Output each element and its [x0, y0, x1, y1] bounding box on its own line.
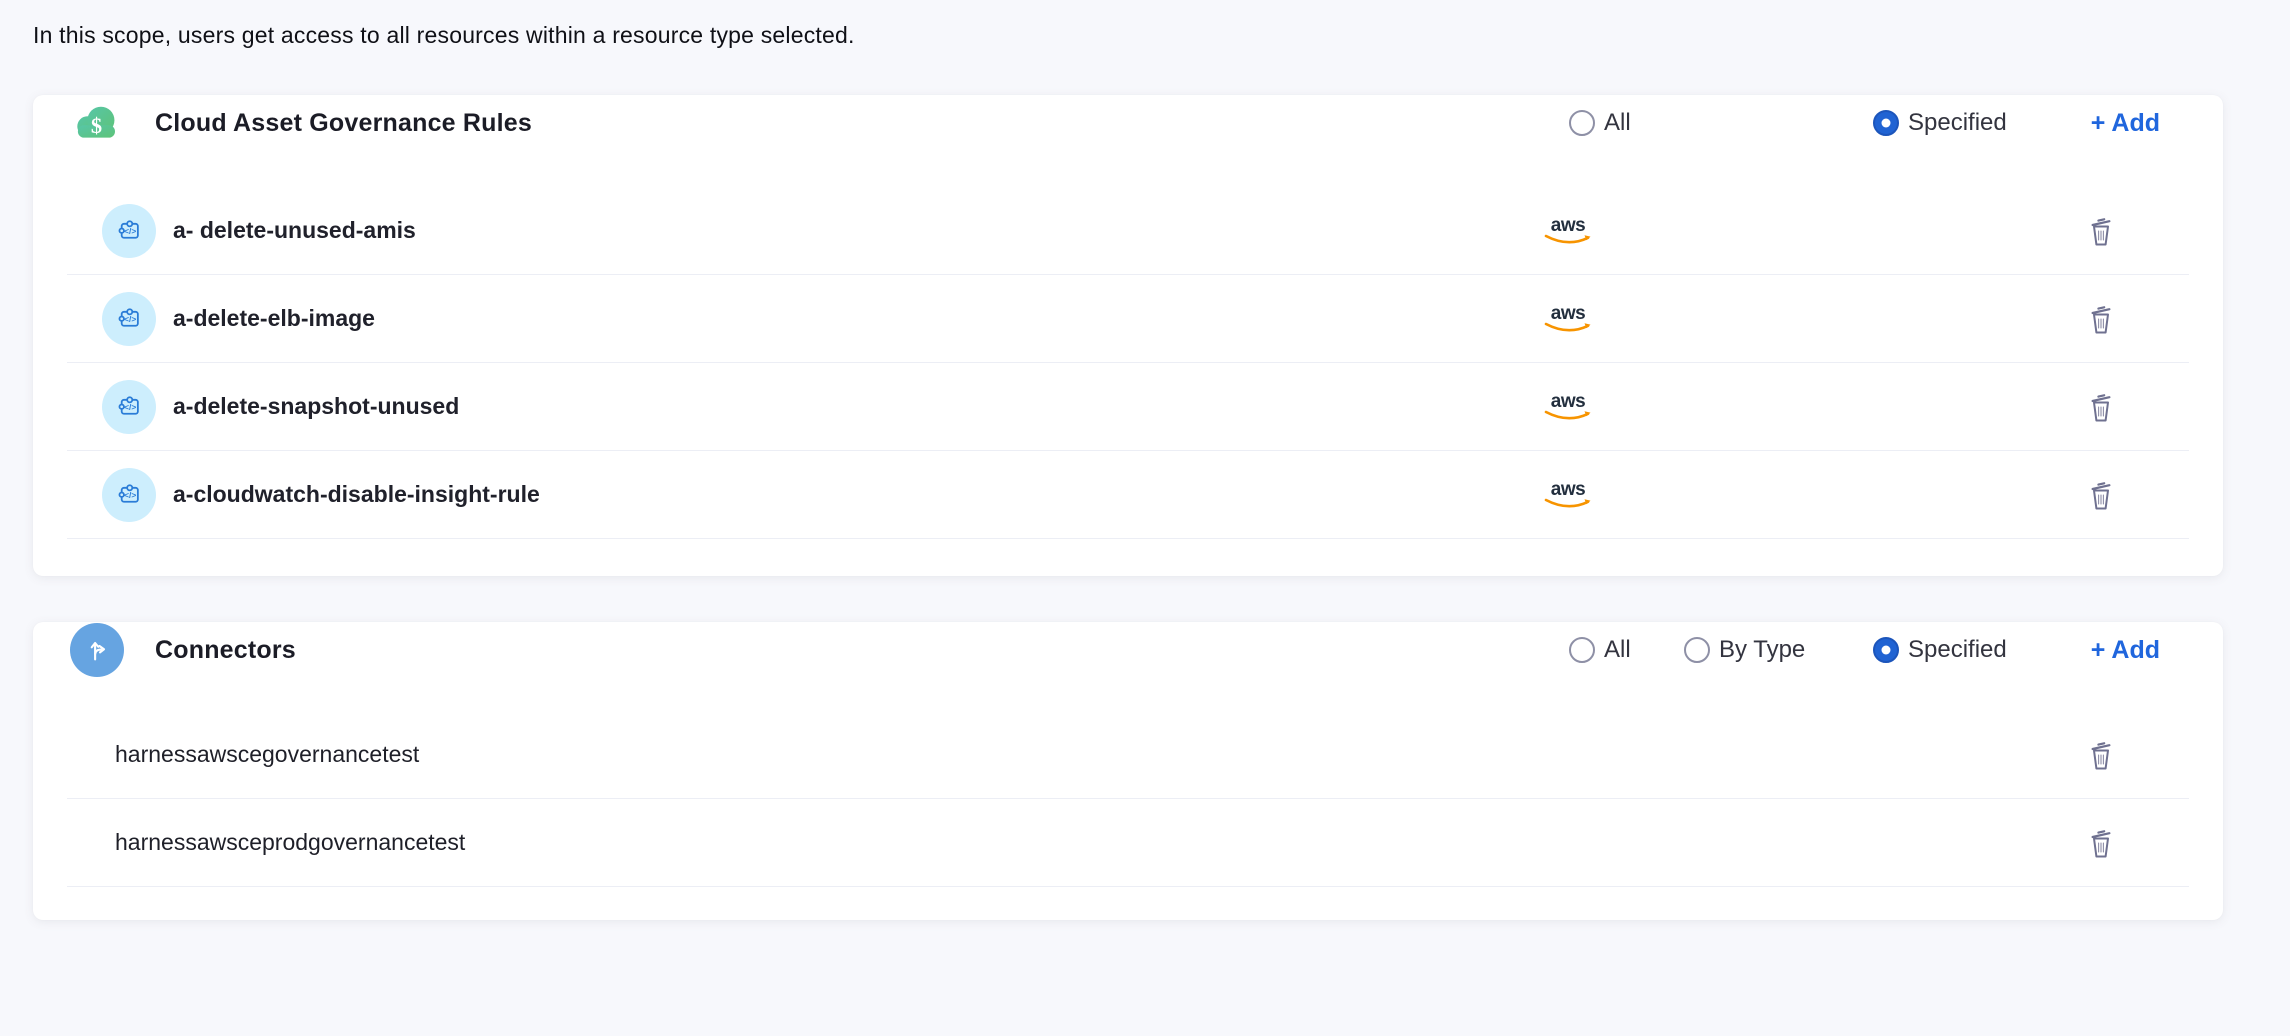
connectors-list: harnessawscegovernancetest harnessawscep… — [33, 711, 2223, 887]
aws-text: aws — [1551, 479, 1585, 500]
connector-row: harnessawsceprodgovernancetest — [67, 799, 2189, 887]
connectors-radio-specified-label[interactable]: Specified — [1908, 636, 2007, 664]
radio-selected-icon[interactable] — [1873, 110, 1899, 136]
aws-logo-icon: aws — [1538, 478, 1598, 512]
trash-icon — [2085, 826, 2117, 860]
rule-name: a-delete-elb-image — [173, 305, 375, 332]
rule-glyph: </> — [124, 402, 136, 412]
rule-name: a-delete-snapshot-unused — [173, 393, 459, 420]
governance-add-button[interactable]: + Add — [2070, 109, 2160, 138]
governance-rule-row: </> a-delete-snapshot-unused aws — [67, 363, 2189, 451]
governance-section-title: Cloud Asset Governance Rules — [155, 109, 532, 138]
governance-rules-list: </> a- delete-unused-amis aws — [33, 187, 2223, 539]
branch-arrows-icon — [70, 623, 124, 677]
rule-glyph: </> — [124, 314, 136, 324]
aws-text: aws — [1551, 391, 1585, 412]
aws-text: aws — [1551, 215, 1585, 236]
connectors-radio-specified[interactable]: Specified — [1873, 636, 2070, 664]
governance-card-header: $ Cloud Asset Governance Rules All Speci… — [33, 95, 2223, 151]
scope-description: In this scope, users get access to all r… — [33, 22, 2290, 49]
radio-selected-icon[interactable] — [1873, 637, 1899, 663]
trash-icon — [2085, 214, 2117, 248]
radio-unselected-icon[interactable] — [1569, 110, 1595, 136]
delete-connector-button[interactable] — [2081, 826, 2121, 860]
governance-radio-specified-label[interactable]: Specified — [1908, 109, 2007, 137]
cloud-dollar-icon: $ — [70, 96, 124, 150]
connectors-radio-by-type-label[interactable]: By Type — [1719, 636, 1805, 664]
rule-glyph: </> — [124, 226, 136, 236]
aws-logo-icon: aws — [1538, 390, 1598, 424]
governance-rules-card: $ Cloud Asset Governance Rules All Speci… — [33, 95, 2223, 576]
connector-name: harnessawsceprodgovernancetest — [115, 829, 2081, 856]
delete-connector-button[interactable] — [2081, 738, 2121, 772]
delete-rule-button[interactable] — [2081, 214, 2121, 248]
trash-icon — [2085, 738, 2117, 772]
connector-row: harnessawscegovernancetest — [67, 711, 2189, 799]
trash-icon — [2085, 478, 2117, 512]
delete-rule-button[interactable] — [2081, 390, 2121, 424]
aws-text: aws — [1551, 303, 1585, 324]
code-rule-icon: </> — [102, 380, 156, 434]
radio-unselected-icon[interactable] — [1569, 637, 1595, 663]
governance-radio-all[interactable]: All — [1569, 109, 1684, 137]
connectors-section-title: Connectors — [155, 636, 296, 665]
radio-unselected-icon[interactable] — [1684, 637, 1710, 663]
trash-icon — [2085, 390, 2117, 424]
rule-name: a- delete-unused-amis — [173, 217, 416, 244]
delete-rule-button[interactable] — [2081, 478, 2121, 512]
resource-scope-panel: In this scope, users get access to all r… — [0, 0, 2290, 920]
governance-rule-row: </> a- delete-unused-amis aws — [67, 187, 2189, 275]
aws-logo-icon: aws — [1538, 214, 1598, 248]
governance-radio-all-label[interactable]: All — [1604, 109, 1631, 137]
trash-icon — [2085, 302, 2117, 336]
connectors-radio-by-type[interactable]: By Type — [1684, 636, 1873, 664]
governance-radio-specified[interactable]: Specified — [1873, 109, 2070, 137]
connectors-card-header: Connectors All By Type Specified + Add — [33, 622, 2223, 678]
rule-name: a-cloudwatch-disable-insight-rule — [173, 481, 540, 508]
connectors-card: Connectors All By Type Specified + Add — [33, 622, 2223, 920]
governance-rule-row: </> a-cloudwatch-disable-insight-rule aw… — [67, 451, 2189, 539]
delete-rule-button[interactable] — [2081, 302, 2121, 336]
code-rule-icon: </> — [102, 204, 156, 258]
connectors-scope-options: All By Type Specified + Add — [1569, 636, 2160, 665]
code-rule-icon: </> — [102, 468, 156, 522]
connector-name: harnessawscegovernancetest — [115, 741, 2081, 768]
rule-glyph: </> — [124, 490, 136, 500]
governance-rule-row: </> a-delete-elb-image aws — [67, 275, 2189, 363]
connectors-radio-all-label[interactable]: All — [1604, 636, 1631, 664]
connectors-radio-all[interactable]: All — [1569, 636, 1684, 664]
governance-scope-options: All Specified + Add — [1569, 109, 2160, 138]
code-rule-icon: </> — [102, 292, 156, 346]
connectors-add-button[interactable]: + Add — [2070, 636, 2160, 665]
aws-logo-icon: aws — [1538, 302, 1598, 336]
dollar-symbol: $ — [91, 113, 102, 138]
